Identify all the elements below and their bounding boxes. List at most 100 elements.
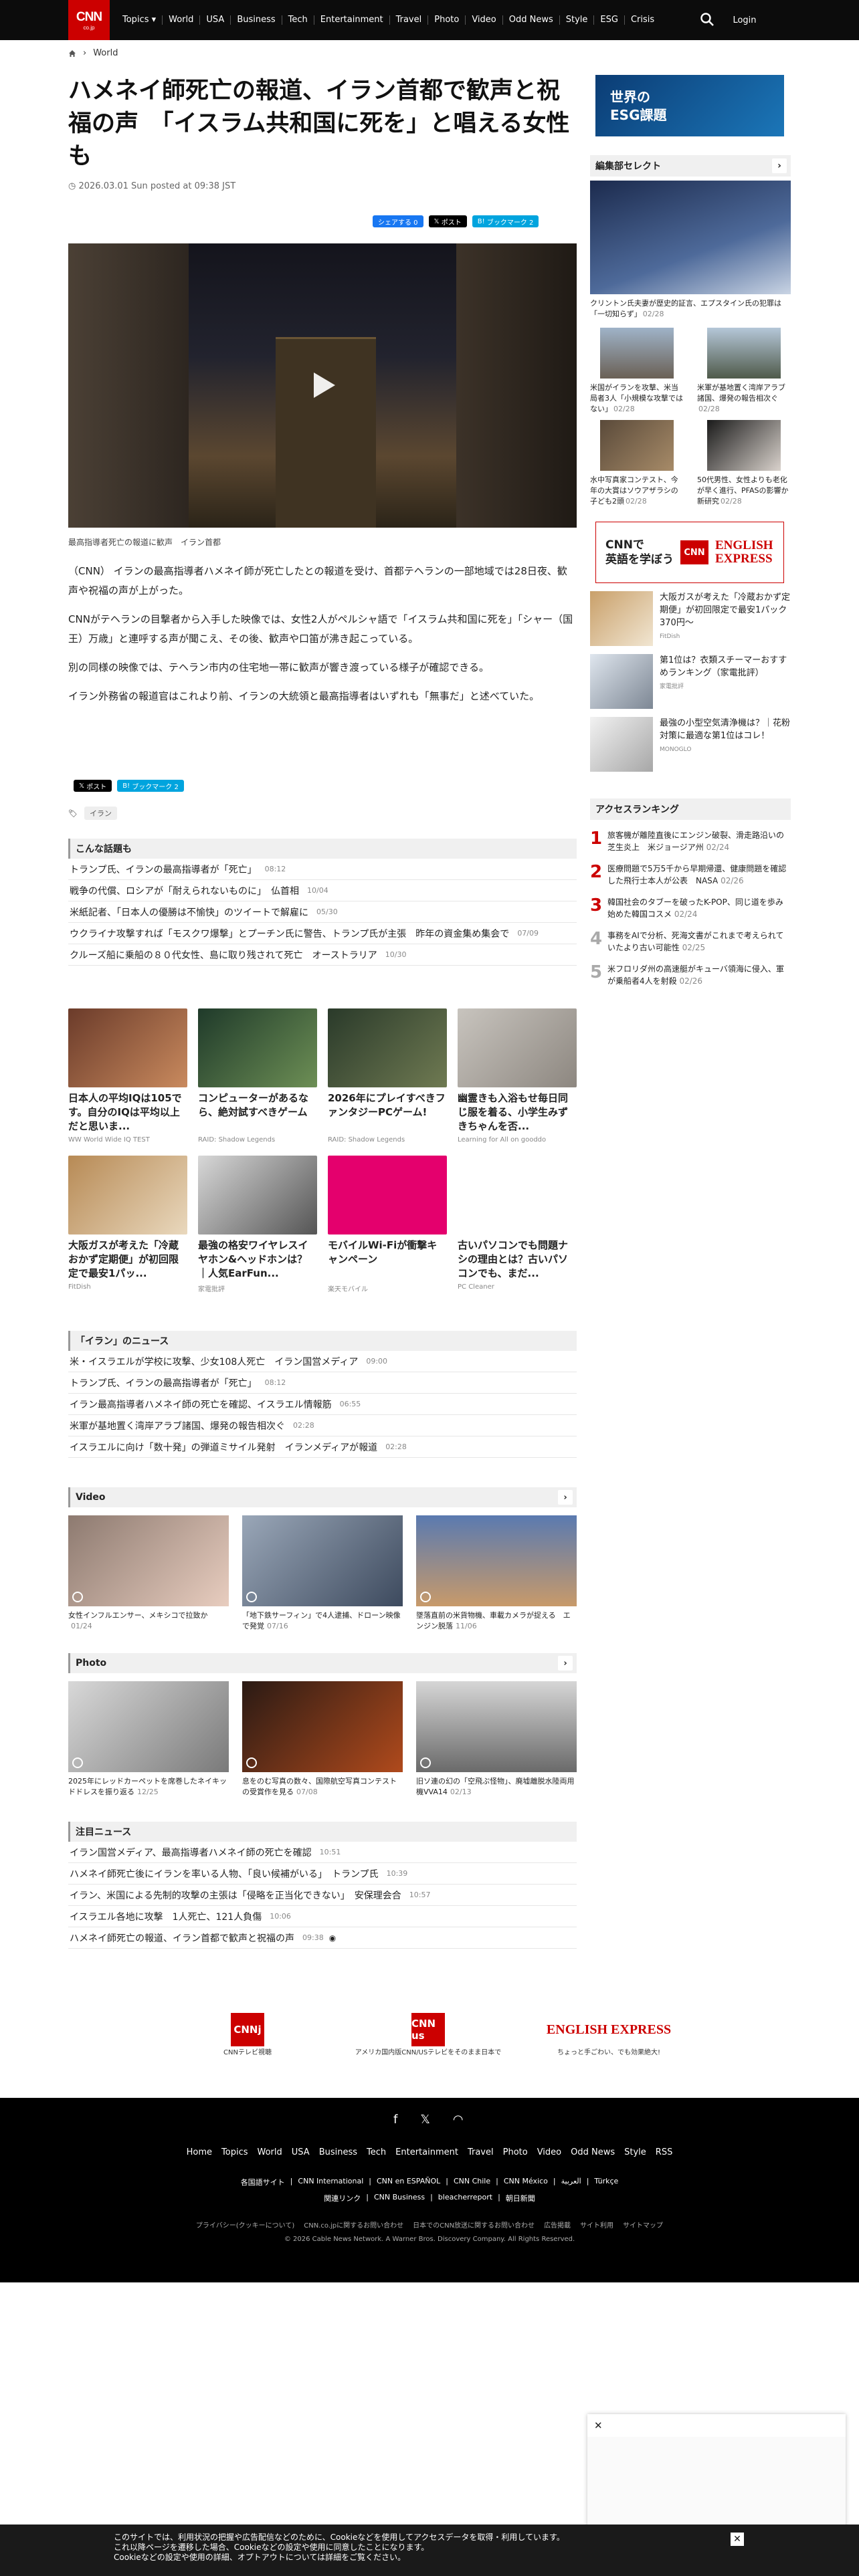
footer-link[interactable]: Entertainment — [395, 2147, 458, 2157]
footer-link[interactable]: Topics — [221, 2147, 248, 2157]
nav-item[interactable]: Style — [560, 15, 595, 25]
ad-card[interactable]: 日本人の平均IQは105です。自分のIQは平均以上だと思いま... WW Worl… — [68, 1008, 187, 1144]
footer-link[interactable]: プライバシー(クッキーについて) — [196, 2220, 294, 2230]
footer-link[interactable]: Home — [187, 2147, 212, 2157]
ranking-item[interactable]: 2 医療問題で5万5千から早期帰還、健康問題を確認した飛行士本人が公表 NASA … — [590, 863, 791, 887]
home-icon[interactable] — [68, 49, 76, 58]
video-card[interactable]: 墜落直前の米貨物機、車載カメラが捉える エンジン脱落 11/06 — [416, 1515, 577, 1632]
footer-link[interactable]: CNN International — [298, 2177, 363, 2187]
nav-item[interactable]: Crisis — [625, 15, 660, 25]
tag-chip[interactable]: イラン — [84, 807, 117, 820]
footer-link[interactable]: Style — [624, 2147, 646, 2157]
photo-card[interactable]: 旧ソ連の幻の「空飛ぶ怪物」、廃墟離脱水陸両用機VVA14 02/13 — [416, 1681, 577, 1798]
ad-card[interactable]: 2026年にプレイすべきファンタジーPCゲーム! RAID: Shadow Leg… — [328, 1008, 447, 1144]
list-item[interactable]: 米紙記者、「日本人の優勝は不愉快」のツイートで解雇に 05/30 — [68, 901, 577, 923]
ad-card[interactable]: モバイルWi-Fiが衝撃キャンペーン 楽天モバイル — [328, 1156, 447, 1293]
list-item[interactable]: イラン最高指導者ハメネイ師の死亡を確認、イスラエル情報筋 06:55 — [68, 1394, 577, 1415]
hatena-bookmark-button[interactable]: B! ブックマーク 2 — [117, 780, 184, 792]
story-card[interactable]: 水中写真家コンテスト、今年の大賞はソウアザラシの子ども2頭 02/28 — [590, 420, 684, 512]
footer-link[interactable]: Photo — [503, 2147, 528, 2157]
list-item[interactable]: ハメネイ師死亡の報道、イラン首都で歓声と祝福の声 09:38 ◉ — [68, 1927, 577, 1949]
footer-link[interactable]: 日本でのCNN放送に関するお問い合わせ — [413, 2220, 535, 2230]
featured-story[interactable]: クリントン氏夫妻が歴史的証言、エプスタイン氏の犯罪は「一切知らず」 02/28 — [590, 181, 791, 320]
hatena-bookmark-button[interactable]: B! ブックマーク 2 — [472, 215, 539, 227]
list-item[interactable]: 米軍が基地置く湾岸アラブ諸国、爆発の報告相次ぐ 02:28 — [68, 1415, 577, 1436]
nav-item[interactable]: Odd News — [503, 15, 560, 25]
list-item[interactable]: イスラエル各地に攻撃 1人死亡、121人負傷 10:06 — [68, 1906, 577, 1927]
breadcrumb-item[interactable]: World — [93, 48, 118, 58]
footer-link[interactable]: CNN en ESPAÑOL — [377, 2177, 440, 2187]
footer-link[interactable]: サイト利用 — [580, 2220, 613, 2230]
nav-item[interactable]: Photo — [428, 15, 466, 25]
footer-link[interactable]: Türkçe — [594, 2177, 618, 2187]
ranking-item[interactable]: 5 米フロリダ州の高速艇がキューバ領海に侵入、軍が乗船者4人を射殺 02/26 — [590, 963, 791, 987]
footer-link[interactable]: Video — [537, 2147, 561, 2157]
nav-item[interactable]: Video — [466, 15, 503, 25]
sponsored-item[interactable]: 最強の小型空気清浄機は？｜花粉対策に最適な第1位はコレ！ MONOGLO — [590, 717, 791, 772]
chevron-right-icon[interactable]: › — [558, 1656, 573, 1671]
x-icon[interactable]: 𝕏 — [420, 2113, 430, 2127]
footer-link[interactable]: CNN Business — [374, 2193, 425, 2204]
photo-card[interactable]: 2025年にレッドカーペットを席巻したネイキッドドレスを振り返る 12/25 — [68, 1681, 229, 1798]
list-item[interactable]: イスラエルに向け「数十発」の弾道ミサイル発射 イランメディアが報道 02:28 — [68, 1436, 577, 1458]
list-item[interactable]: トランプ氏、イランの最高指導者が「死亡」 08:12 — [68, 859, 577, 880]
list-item[interactable]: 戦争の代償、ロシアが「耐えられないものに」 仏首相 10/04 — [68, 880, 577, 901]
photo-card[interactable]: 息をのむ写真の数々、国際航空写真コンテストの受賞作を見る 07/08 — [242, 1681, 403, 1798]
footer-link[interactable]: CNN.co.jpに関するお問い合わせ — [304, 2220, 403, 2230]
list-item[interactable]: イラン、米国による先制的攻撃の主張は「侵略を正当化できない」 安保理会合 10:5… — [68, 1885, 577, 1906]
ranking-item[interactable]: 1 旅客機が離陸直後にエンジン破裂、滑走路沿いの芝生炎上 米ジョージア州 02/2… — [590, 829, 791, 853]
story-card[interactable]: 50代男性、女性よりも老化が早く進行、PFASの影響か 新研究 02/28 — [697, 420, 791, 512]
footer-link[interactable]: العربية — [561, 2177, 581, 2187]
list-item[interactable]: 米・イスラエルが学校に攻撃、少女108人死亡 イラン国営メディア 09:00 — [68, 1351, 577, 1372]
ranking-item[interactable]: 4 事務をAIで分析、死海文書がこれまで考えられていたより古い可能性 02/25 — [590, 930, 791, 954]
login-button[interactable]: Login — [724, 8, 765, 32]
nav-item[interactable]: World — [163, 15, 201, 25]
footer-link[interactable]: Business — [319, 2147, 357, 2157]
nav-item[interactable]: Tech — [282, 15, 314, 25]
story-card[interactable]: 米軍が基地置く湾岸アラブ諸国、爆発の報告相次ぐ02/28 — [697, 328, 791, 420]
list-item[interactable]: トランプ氏、イランの最高指導者が「死亡」 08:12 — [68, 1372, 577, 1394]
nav-item[interactable]: Travel — [390, 15, 429, 25]
list-item[interactable]: クルーズ船に乗船の８０代女性、島に取り残されて死亡 オーストラリア 10/30 — [68, 944, 577, 966]
story-card[interactable]: 米国がイランを攻撃、米当局者3人「小規模な攻撃ではない」 02/28 — [590, 328, 684, 420]
facebook-share-button[interactable]: シェアする 0 — [373, 215, 423, 227]
footer-link[interactable]: 関連リンク — [324, 2193, 361, 2204]
rss-icon[interactable]: ◠ — [453, 2113, 464, 2127]
x-post-button[interactable]: 𝕏 ポスト — [428, 215, 467, 227]
nav-item[interactable]: Business — [231, 15, 282, 25]
footer-link[interactable]: RSS — [656, 2147, 673, 2157]
ad-card[interactable]: 最強の格安ワイヤレスイヤホン&ヘッドホンは？｜人気EarFun... 家電批評 — [198, 1156, 317, 1293]
nav-item[interactable]: Topics ▾ — [116, 15, 163, 25]
footer-link[interactable]: Tech — [367, 2147, 386, 2157]
nav-item[interactable]: Entertainment — [314, 15, 390, 25]
list-item[interactable]: ウクライナ攻撃すれば「モスクワ爆撃」とプーチン氏に警告、トランプ氏が主張 昨年の… — [68, 923, 577, 944]
video-player[interactable] — [68, 243, 577, 528]
footer-link[interactable]: World — [258, 2147, 282, 2157]
footer-link[interactable]: 朝日新聞 — [506, 2193, 535, 2204]
footer-link[interactable]: CNN Chile — [454, 2177, 490, 2187]
footer-link[interactable]: Travel — [468, 2147, 494, 2157]
chevron-right-icon[interactable]: › — [558, 1490, 573, 1505]
video-card[interactable]: 「地下鉄サーフィン」で4人逮捕、ドローン映像で発覚 07/16 — [242, 1515, 403, 1632]
ad-card[interactable]: コンピューターがあるなら、絶対試すべきゲーム RAID: Shadow Legen… — [198, 1008, 317, 1144]
chevron-right-icon[interactable]: › — [772, 158, 787, 173]
english-express-banner[interactable]: CNNで 英語を学ぼう CNN ENGLISH EXPRESS — [595, 522, 784, 583]
sponsored-item[interactable]: 大阪ガスが考えた「冷蔵おかず定期便」が初回限定で最安1パック370円〜 FitDi… — [590, 591, 791, 646]
footer-link[interactable]: CNN México — [504, 2177, 548, 2187]
list-item[interactable]: ハメネイ師死亡後にイランを率いる人物、「良い候補がいる」 トランプ氏 10:39 — [68, 1863, 577, 1885]
ad-card[interactable]: 古いパソコンでも問題ナシの理由とは？古いパソコンでも、まだ... PC Clean… — [458, 1156, 577, 1293]
play-icon[interactable] — [306, 368, 339, 402]
ad-card[interactable]: 幽霊きも入浴もせ毎日同じ服を着る、小学生みずきちゃんを否... Learning … — [458, 1008, 577, 1144]
facebook-icon[interactable]: f — [393, 2113, 397, 2127]
ranking-item[interactable]: 3 韓国社会のタブーを破ったK-POP、同じ道を歩み始めた韓国コスメ 02/24 — [590, 896, 791, 920]
footer-link[interactable]: bleacherreport — [438, 2193, 492, 2204]
footer-link[interactable]: サイトマップ — [623, 2220, 663, 2230]
cnnus-banner[interactable]: CNN us アメリカ国内版CNN/USテレビをそのまま日本で — [341, 2013, 515, 2056]
close-icon[interactable]: ✕ — [594, 2420, 603, 2432]
ad-slot[interactable] — [587, 2437, 846, 2528]
cnnj-banner[interactable]: CNNj CNNテレビ視聴 — [194, 2013, 301, 2056]
video-card[interactable]: 女性インフルエンサー、メキシコで拉致か01/24 — [68, 1515, 229, 1632]
esg-banner[interactable]: 世界の ESG課題 — [595, 75, 784, 136]
footer-link[interactable]: USA — [292, 2147, 310, 2157]
ad-card[interactable]: 大阪ガスが考えた「冷蔵おかず定期便」が初回限定で最安1パッ... FitDish — [68, 1156, 187, 1293]
